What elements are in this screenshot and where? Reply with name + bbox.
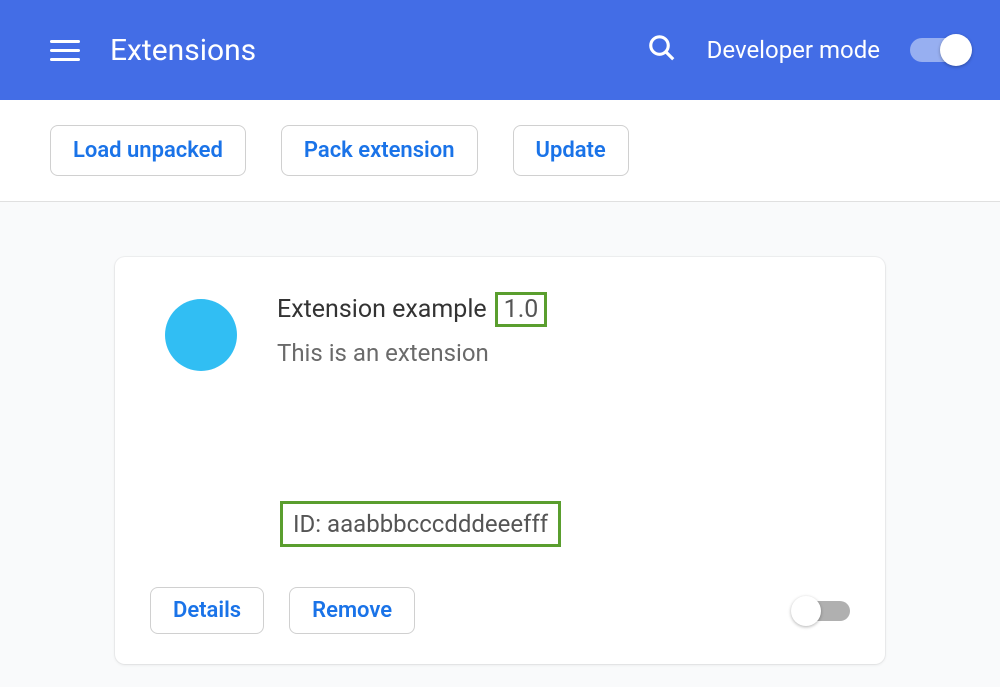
extension-id-row: ID: aaabbbcccdddeeefff [280, 501, 850, 547]
extension-id: ID: aaabbbcccdddeeefff [280, 501, 561, 547]
update-button[interactable]: Update [513, 125, 629, 176]
extension-name: Extension example [277, 295, 487, 324]
load-unpacked-button[interactable]: Load unpacked [50, 125, 246, 176]
developer-mode-label: Developer mode [707, 36, 880, 64]
page-title: Extensions [110, 33, 647, 68]
pack-extension-button[interactable]: Pack extension [281, 125, 478, 176]
card-top: Extension example 1.0 This is an extensi… [150, 292, 850, 371]
extension-card: Extension example 1.0 This is an extensi… [115, 257, 885, 664]
content-area: Extension example 1.0 This is an extensi… [0, 202, 1000, 687]
extension-icon [165, 299, 237, 371]
toolbar: Load unpacked Pack extension Update [0, 100, 1000, 202]
details-button[interactable]: Details [150, 587, 264, 634]
extension-version: 1.0 [495, 292, 548, 327]
extension-description: This is an extension [277, 339, 850, 367]
header: Extensions Developer mode [0, 0, 1000, 100]
extension-title-row: Extension example 1.0 [277, 292, 850, 327]
remove-button[interactable]: Remove [289, 587, 415, 634]
extension-enable-toggle[interactable] [794, 601, 850, 621]
extension-info: Extension example 1.0 This is an extensi… [277, 292, 850, 367]
card-actions: Details Remove [150, 587, 850, 634]
search-icon[interactable] [647, 33, 677, 67]
developer-mode-toggle[interactable] [910, 38, 970, 62]
menu-icon[interactable] [50, 35, 80, 65]
